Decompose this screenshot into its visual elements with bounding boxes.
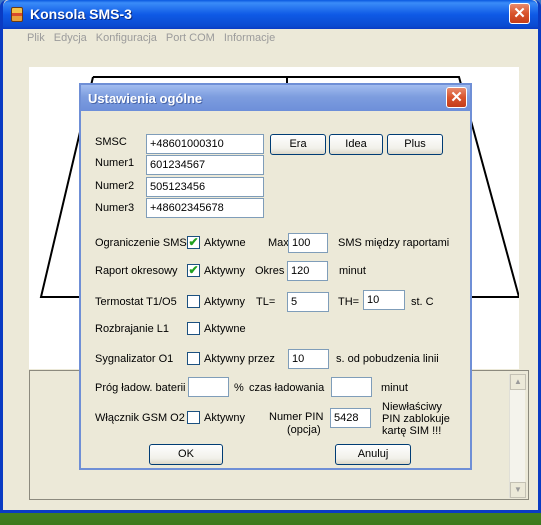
settings-dialog: Ustawienia ogólne ✕ SMSC +48601000310 Nu…: [79, 83, 472, 470]
numer2-input[interactable]: 505123456: [146, 177, 264, 197]
sygnalizator-suffix: s. od pobudzenia linii: [336, 353, 439, 365]
rozbrajanie-checkbox-label: Aktywne: [204, 323, 246, 335]
tl-input[interactable]: 5: [287, 292, 329, 312]
okres-suffix: minut: [339, 265, 366, 277]
temp-unit: st. C: [411, 296, 434, 308]
czas-label: czas ładowania: [249, 382, 325, 394]
smsc-input[interactable]: +48601000310: [146, 134, 264, 154]
numer2-label: Numer2: [95, 180, 135, 192]
window-close-button[interactable]: ✕: [509, 3, 530, 24]
rozbrajanie-label: Rozbrajanie L1: [95, 323, 169, 335]
checkmark-icon: ✔: [188, 235, 199, 249]
close-icon: ✕: [513, 5, 526, 22]
prog-input[interactable]: [188, 377, 229, 397]
numer3-input[interactable]: +48602345678: [146, 198, 264, 218]
checkmark-icon: ✔: [188, 263, 199, 277]
wlacznik-label: Włącznik GSM O2: [95, 412, 185, 424]
pin-optional-label: (opcja): [287, 424, 321, 436]
app-icon: [11, 7, 23, 22]
tl-label: TL=: [256, 296, 276, 308]
th-input[interactable]: 10: [363, 290, 405, 310]
scroll-down-button[interactable]: ▼: [510, 482, 526, 498]
menu-edycja[interactable]: Edycja: [50, 29, 91, 48]
ograniczenie-checkbox-label: Aktywne: [204, 237, 246, 249]
smsc-label: SMSC: [95, 136, 127, 148]
sygnalizator-checkbox-label: Aktywny przez: [204, 353, 275, 365]
window-titlebar[interactable]: Konsola SMS-3 ✕: [3, 0, 538, 29]
menu-konfiguracja[interactable]: Konfiguracja: [92, 29, 161, 48]
cancel-button[interactable]: Anuluj: [335, 444, 411, 465]
sygnalizator-input[interactable]: 10: [288, 349, 329, 369]
close-icon: ✕: [450, 89, 463, 106]
sygnalizator-label: Sygnalizator O1: [95, 353, 174, 365]
prog-label: Próg ładow. baterii: [95, 382, 186, 394]
numer1-label: Numer1: [95, 157, 135, 169]
th-label: TH=: [338, 296, 360, 308]
dialog-title: Ustawienia ogólne: [88, 91, 203, 106]
scroll-up-button[interactable]: ▲: [510, 374, 526, 390]
scroll-up-icon: ▲: [514, 377, 522, 386]
pin-warning-line3: kartę SIM !!!: [382, 425, 442, 437]
okres-input[interactable]: 120: [287, 261, 328, 281]
menu-plik[interactable]: Plik: [23, 29, 49, 48]
czas-input[interactable]: [331, 377, 372, 397]
rozbrajanie-checkbox[interactable]: [187, 322, 200, 335]
pin-label: Numer PIN: [269, 411, 324, 423]
era-button[interactable]: Era: [270, 134, 326, 155]
okres-label: Okres: [255, 265, 285, 277]
termostat-checkbox-label: Aktywny: [204, 296, 245, 308]
plus-button[interactable]: Plus: [387, 134, 443, 155]
sygnalizator-checkbox[interactable]: [187, 352, 200, 365]
numer3-label: Numer3: [95, 202, 135, 214]
raport-checkbox-label: Aktywny: [204, 265, 245, 277]
idea-button[interactable]: Idea: [329, 134, 383, 155]
dialog-close-button[interactable]: ✕: [446, 87, 467, 108]
menu-port-com[interactable]: Port COM: [162, 29, 219, 48]
menu-informacje[interactable]: Informacje: [220, 29, 279, 48]
raport-label: Raport okresowy: [95, 265, 178, 277]
ok-button[interactable]: OK: [149, 444, 223, 465]
percent-label: %: [234, 382, 244, 394]
termostat-checkbox[interactable]: [187, 295, 200, 308]
termostat-label: Termostat T1/O5: [95, 296, 177, 308]
raport-checkbox[interactable]: ✔: [187, 264, 200, 277]
scroll-down-icon: ▼: [514, 485, 522, 494]
ograniczenie-checkbox[interactable]: ✔: [187, 236, 200, 249]
log-scrollbar[interactable]: ▲ ▼: [509, 374, 526, 498]
window-title: Konsola SMS-3: [30, 6, 132, 22]
wlacznik-checkbox-label: Aktywny: [204, 412, 245, 424]
dialog-titlebar[interactable]: Ustawienia ogólne ✕: [81, 85, 470, 111]
wlacznik-checkbox[interactable]: [187, 411, 200, 424]
max-input[interactable]: 100: [288, 233, 328, 253]
max-suffix: SMS między raportami: [338, 237, 450, 249]
czas-suffix: minut: [381, 382, 408, 394]
numer1-input[interactable]: 601234567: [146, 155, 264, 175]
menu-bar: Plik Edycja Konfiguracja Port COM Informacje: [3, 29, 538, 48]
ograniczenie-label: Ograniczenie SMS: [95, 237, 187, 249]
pin-input[interactable]: 5428: [330, 408, 371, 428]
